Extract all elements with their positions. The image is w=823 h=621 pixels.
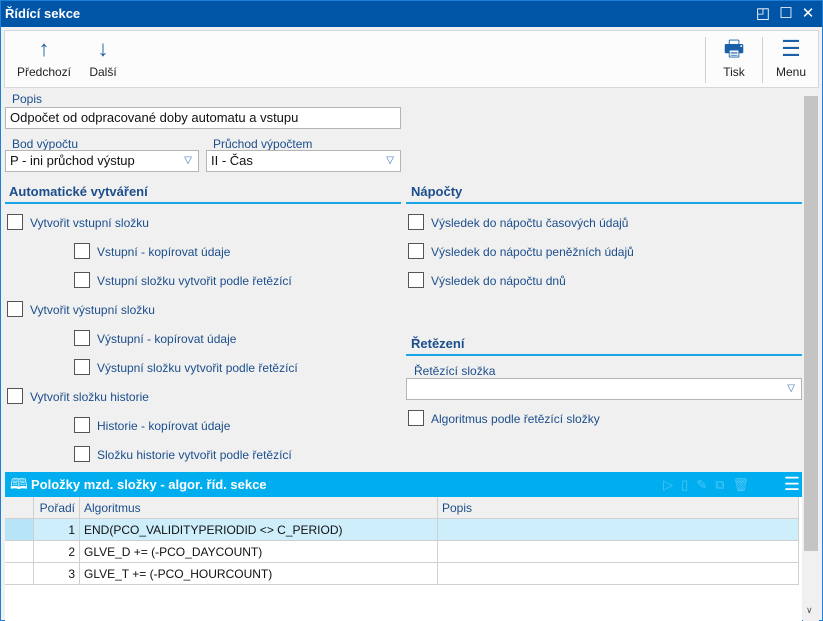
previous-label: Předchozí <box>16 65 72 79</box>
menu-label: Menu <box>775 65 807 79</box>
popis-label: Popis <box>12 92 43 106</box>
divider <box>705 37 706 83</box>
cell-poradi[interactable]: 3 <box>34 563 80 585</box>
algoritmus-retezici-checkbox[interactable] <box>408 410 424 426</box>
algoritmus-retezici-label: Algoritmus podle řetězící složky <box>431 412 600 426</box>
dropdown-icon: ▽ <box>386 155 394 166</box>
maximize-icon[interactable]: ☐ <box>776 4 796 22</box>
row-selector[interactable] <box>5 519 34 541</box>
retezeni-section-title: Řetězení <box>406 336 802 356</box>
cell-algoritmus[interactable]: GLVE_T += (-PCO_HOURCOUNT) <box>80 563 438 585</box>
auto-checkbox-label: Vytvořit výstupní složku <box>30 303 155 317</box>
cell-algoritmus[interactable]: END(PCO_VALIDITYPERIODID <> C_PERIOD) <box>80 519 438 541</box>
window-title: Řídící sekce <box>5 6 81 21</box>
auto-checkbox[interactable] <box>74 243 90 259</box>
pruchod-select[interactable]: II - Čas ▽ <box>206 150 401 172</box>
napocty-checkbox-label: Výsledek do nápočtu dnů <box>431 274 566 288</box>
grid-header: 🕮 Položky mzd. složky - algor. říd. sekc… <box>5 472 802 497</box>
next-button[interactable]: ↓ Další <box>83 31 123 87</box>
toolbar: ↑ Předchozí ↓ Další 🖶 Tisk ☰ Menu <box>4 30 819 88</box>
col-header-algoritmus[interactable]: Algoritmus <box>80 497 438 519</box>
col-header-popis[interactable]: Popis <box>438 497 799 519</box>
napocty-checkbox[interactable] <box>408 214 424 230</box>
menu-button[interactable]: ☰ Menu <box>767 31 815 87</box>
auto-checkbox[interactable] <box>7 301 23 317</box>
close-icon[interactable]: ✕ <box>798 4 818 22</box>
auto-checkbox[interactable] <box>74 446 90 462</box>
dropdown-icon: ▽ <box>184 155 192 166</box>
col-header-poradi[interactable]: Pořadí <box>34 497 80 519</box>
row-selector[interactable] <box>5 563 34 585</box>
auto-checkbox-label: Výstupní - kopírovat údaje <box>97 332 237 346</box>
auto-checkbox-label: Vstupní složku vytvořit podle řetězící <box>97 274 292 288</box>
print-label: Tisk <box>723 65 745 79</box>
pruchod-label: Průchod výpočtem <box>213 137 313 151</box>
title-bar: Řídící sekce <box>1 1 822 27</box>
hamburger-icon: ☰ <box>781 36 801 61</box>
grid-action-icons: ▷▯✎⧉🗑 <box>663 477 757 492</box>
napocty-checkbox-label: Výsledek do nápočtu časových údajů <box>431 216 629 230</box>
auto-checkbox-label: Historie - kopírovat údaje <box>97 419 231 433</box>
auto-checkbox[interactable] <box>74 272 90 288</box>
auto-checkbox-label: Složku historie vytvořit podle řetězící <box>97 448 292 462</box>
auto-checkbox[interactable] <box>7 214 23 230</box>
napocty-checkbox-label: Výsledek do nápočtu peněžních údajů <box>431 245 634 259</box>
grid-corner <box>5 497 34 519</box>
printer-icon: 🖶 <box>723 36 745 61</box>
print-button[interactable]: 🖶 Tisk <box>713 31 755 87</box>
grid-title: Položky mzd. složky - algor. říd. sekce <box>31 477 267 492</box>
auto-checkbox[interactable] <box>74 417 90 433</box>
auto-checkbox[interactable] <box>7 388 23 404</box>
bod-value: P - ini průchod výstup <box>10 153 135 168</box>
retezici-slozka-label: Řetězící složka <box>414 364 496 378</box>
napocty-checkbox[interactable] <box>408 272 424 288</box>
pruchod-value: II - Čas <box>211 153 253 168</box>
previous-button[interactable]: ↑ Předchozí <box>13 31 75 87</box>
cell-popis[interactable] <box>438 519 799 541</box>
arrow-up-icon: ↑ <box>38 36 50 61</box>
restore-icon[interactable]: ◰ <box>753 4 773 22</box>
cell-algoritmus[interactable]: GLVE_D += (-PCO_DAYCOUNT) <box>80 541 438 563</box>
napocty-section-title: Nápočty <box>406 184 802 204</box>
auto-checkbox-label: Vytvořit složku historie <box>30 390 149 404</box>
cell-poradi[interactable]: 1 <box>34 519 80 541</box>
row-selector[interactable] <box>5 541 34 563</box>
popis-input[interactable]: Odpočet od odpracované doby automatu a v… <box>5 107 401 129</box>
cell-popis[interactable] <box>438 541 799 563</box>
divider <box>762 37 763 83</box>
auto-checkbox-label: Vstupní - kopírovat údaje <box>97 245 231 259</box>
bod-select[interactable]: P - ini průchod výstup ▽ <box>5 150 199 172</box>
auto-checkbox[interactable] <box>74 330 90 346</box>
next-label: Další <box>89 65 117 79</box>
auto-checkbox[interactable] <box>74 359 90 375</box>
auto-checkbox-label: Výstupní složku vytvořit podle řetězící <box>97 361 298 375</box>
window: Řídící sekce ◰ ☐ ✕ ↑ Předchozí ↓ Další 🖶 Ti… <box>0 0 823 621</box>
scroll-down-icon[interactable]: ∨ <box>806 605 813 616</box>
cell-popis[interactable] <box>438 563 799 585</box>
book-icon: 🕮 <box>10 476 28 493</box>
grid-menu-icon[interactable]: ☰ <box>784 472 800 497</box>
napocty-checkbox[interactable] <box>408 243 424 259</box>
grid-body: Pořadí Algoritmus Popis 1 END(PCO_VALIDI… <box>5 497 802 621</box>
scrollbar-thumb[interactable] <box>804 96 818 551</box>
retezici-slozka-select[interactable]: ▽ <box>406 378 802 400</box>
bod-label: Bod výpočtu <box>12 137 79 151</box>
auto-checkbox-label: Vytvořit vstupní složku <box>30 216 149 230</box>
cell-poradi[interactable]: 2 <box>34 541 80 563</box>
arrow-down-icon: ↓ <box>97 36 109 61</box>
auto-section-title: Automatické vytváření <box>5 184 401 204</box>
dropdown-icon: ▽ <box>787 383 795 394</box>
